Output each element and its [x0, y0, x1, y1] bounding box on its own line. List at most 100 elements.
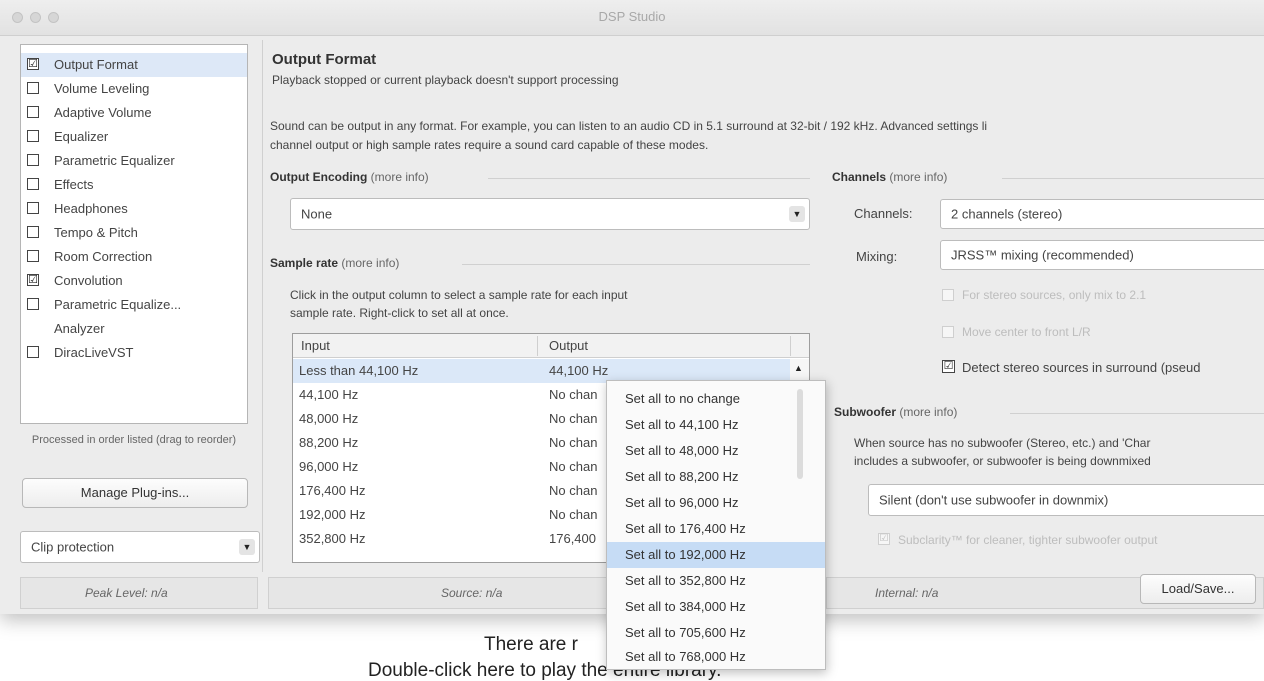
menu-item-48000[interactable]: Set all to 48,000 Hz: [607, 438, 825, 464]
output-cell[interactable]: No chan: [549, 483, 597, 498]
plugin-item-room-correction[interactable]: Room Correction: [21, 245, 247, 269]
menu-item-label: Set all to 384,000 Hz: [625, 599, 746, 614]
output-cell[interactable]: 44,100 Hz: [549, 363, 608, 378]
chevron-down-icon: ▼: [239, 539, 255, 555]
column-header-output[interactable]: Output: [549, 338, 588, 353]
library-empty-message: There are r: [484, 634, 578, 655]
plugin-checkbox[interactable]: [27, 178, 39, 190]
plugin-item-parametric-equalizer[interactable]: Parametric Equalizer: [21, 149, 247, 173]
output-encoding-heading: Output Encoding (more info): [270, 170, 429, 184]
peak-level-status: Peak Level: n/a: [20, 577, 258, 609]
plugin-checkbox[interactable]: [27, 154, 39, 166]
plugin-checkbox[interactable]: ☑: [27, 58, 39, 70]
menu-item-96000[interactable]: Set all to 96,000 Hz: [607, 490, 825, 516]
detect-stereo-label: Detect stereo sources in surround (pseud: [962, 360, 1201, 375]
stereo-mix-checkbox[interactable]: [942, 289, 954, 301]
load-save-button[interactable]: Load/Save...: [1140, 574, 1256, 604]
menu-item-88200[interactable]: Set all to 88,200 Hz: [607, 464, 825, 490]
plugin-checkbox[interactable]: [27, 202, 39, 214]
plugin-checkbox[interactable]: [27, 130, 39, 142]
plugin-item-diraclivevst[interactable]: DiracLiveVST: [21, 341, 247, 365]
sample-rate-heading: Sample rate (more info): [270, 256, 399, 270]
plugin-checkbox[interactable]: [27, 346, 39, 358]
plugin-checkbox[interactable]: [27, 298, 39, 310]
channels-more-info-link[interactable]: (more info): [889, 170, 947, 184]
output-encoding-select[interactable]: None ▼: [290, 198, 810, 230]
output-cell[interactable]: No chan: [549, 411, 597, 426]
mixing-select[interactable]: JRSS™ mixing (recommended): [940, 240, 1264, 270]
menu-item-384000[interactable]: Set all to 384,000 Hz: [607, 594, 825, 620]
subclarity-checkbox[interactable]: ☑: [878, 533, 890, 545]
menu-item-label: Set all to 176,400 Hz: [625, 521, 746, 536]
menu-scrollbar[interactable]: [797, 389, 803, 479]
clip-protection-select[interactable]: Clip protection ▼: [20, 531, 260, 563]
plugin-item-effects[interactable]: Effects: [21, 173, 247, 197]
plugin-checkbox[interactable]: [27, 226, 39, 238]
plugin-label: Adaptive Volume: [54, 105, 152, 120]
description-line-2: channel output or high sample rates requ…: [270, 138, 709, 152]
mixing-field-label: Mixing:: [856, 249, 898, 264]
plugin-item-output-format[interactable]: ☑ Output Format: [21, 53, 247, 77]
plugin-checkbox[interactable]: [27, 106, 39, 118]
column-header-input[interactable]: Input: [301, 338, 330, 353]
menu-item-label: Set all to 192,000 Hz: [625, 547, 746, 562]
output-encoding-more-info-link[interactable]: (more info): [371, 170, 429, 184]
sample-rate-context-menu: Set all to no change Set all to 44,100 H…: [606, 380, 826, 670]
output-cell[interactable]: No chan: [549, 459, 597, 474]
plugin-label: Volume Leveling: [54, 81, 150, 96]
internal-text: Internal: n/a: [875, 586, 939, 600]
source-text: Source: n/a: [441, 586, 503, 600]
column-divider: [790, 336, 791, 356]
menu-item-label: Set all to no change: [625, 391, 740, 406]
subwoofer-select[interactable]: Silent (don't use subwoofer in downmix): [868, 484, 1264, 516]
sample-rate-hint-1: Click in the output column to select a s…: [290, 288, 628, 302]
menu-item-705600[interactable]: Set all to 705,600 Hz: [607, 620, 825, 646]
menu-item-44100[interactable]: Set all to 44,100 Hz: [607, 412, 825, 438]
plugin-item-equalizer[interactable]: Equalizer: [21, 125, 247, 149]
center-to-front-label: Move center to front L/R: [962, 325, 1091, 339]
detect-stereo-checkbox[interactable]: ☑: [942, 360, 955, 373]
input-cell: 352,800 Hz: [299, 531, 366, 546]
plugin-label: Output Format: [54, 57, 138, 72]
menu-item-no-change[interactable]: Set all to no change: [607, 386, 825, 412]
menu-item-176400[interactable]: Set all to 176,400 Hz: [607, 516, 825, 542]
manage-plugins-button[interactable]: Manage Plug-ins...: [22, 478, 248, 508]
plugin-item-convolution[interactable]: ☑ Convolution: [21, 269, 247, 293]
menu-item-768000[interactable]: Set all to 768,000 Hz: [607, 644, 825, 670]
subwoofer-desc-1: When source has no subwoofer (Stereo, et…: [854, 436, 1151, 450]
plugin-item-tempo-pitch[interactable]: Tempo & Pitch: [21, 221, 247, 245]
sample-rate-hint-2: sample rate. Right-click to set all at o…: [290, 306, 509, 320]
center-to-front-checkbox[interactable]: [942, 326, 954, 338]
menu-item-192000[interactable]: Set all to 192,000 Hz: [607, 542, 825, 568]
title-bar[interactable]: DSP Studio: [0, 0, 1264, 36]
divider: [488, 178, 810, 179]
channels-select[interactable]: 2 channels (stereo): [940, 199, 1264, 229]
output-cell[interactable]: 176,400: [549, 531, 596, 546]
plugin-checkbox[interactable]: [27, 250, 39, 262]
plugin-item-volume-leveling[interactable]: Volume Leveling: [21, 77, 247, 101]
subwoofer-value: Silent (don't use subwoofer in downmix): [879, 492, 1109, 508]
subwoofer-more-info-link[interactable]: (more info): [899, 405, 957, 419]
clip-protection-value: Clip protection: [31, 539, 115, 555]
input-cell: 88,200 Hz: [299, 435, 359, 450]
output-cell[interactable]: No chan: [549, 435, 597, 450]
plugin-label: Effects: [54, 177, 94, 192]
plugin-checkbox[interactable]: ☑: [27, 274, 39, 286]
plugin-item-analyzer[interactable]: Analyzer: [21, 317, 247, 341]
plugin-item-adaptive-volume[interactable]: Adaptive Volume: [21, 101, 247, 125]
menu-item-label: Set all to 352,800 Hz: [625, 573, 746, 588]
sample-rate-more-info-link[interactable]: (more info): [341, 256, 399, 270]
menu-item-352800[interactable]: Set all to 352,800 Hz: [607, 568, 825, 594]
plugin-item-headphones[interactable]: Headphones: [21, 197, 247, 221]
plugin-list[interactable]: ☑ Output Format Volume Leveling Adaptive…: [20, 44, 248, 424]
input-cell: 44,100 Hz: [299, 387, 359, 402]
subwoofer-label: Subwoofer: [834, 405, 896, 419]
channels-value: 2 channels (stereo): [951, 206, 1063, 222]
menu-item-label: Set all to 705,600 Hz: [625, 625, 746, 640]
output-cell[interactable]: No chan: [549, 387, 597, 402]
plugin-checkbox[interactable]: [27, 82, 39, 94]
panel-title: Output Format: [272, 51, 377, 68]
scroll-up-icon[interactable]: ▲: [794, 363, 803, 373]
plugin-item-parametric-equalizer-2[interactable]: Parametric Equalize...: [21, 293, 247, 317]
output-cell[interactable]: No chan: [549, 507, 597, 522]
